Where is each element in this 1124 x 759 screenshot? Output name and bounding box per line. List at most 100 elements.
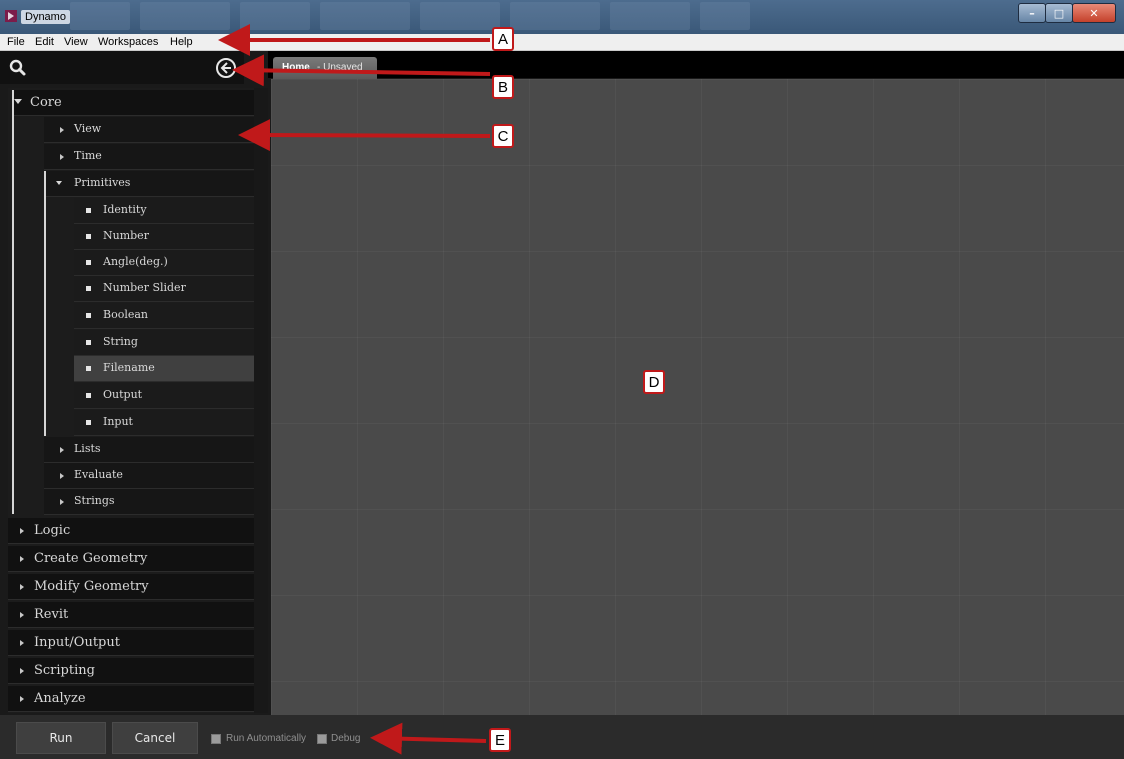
run-automatically-label: Run Automatically bbox=[226, 733, 307, 744]
library-node-output[interactable]: Output bbox=[74, 383, 254, 409]
search-input[interactable] bbox=[40, 56, 204, 80]
library-search-bar bbox=[0, 51, 244, 84]
cancel-button[interactable]: Cancel bbox=[112, 722, 198, 754]
minimize-icon[interactable]: – bbox=[1018, 3, 1046, 23]
category-label: Create Geometry bbox=[34, 551, 148, 566]
library-subcategory-evaluate[interactable]: Evaluate bbox=[44, 463, 254, 489]
node-bullet-icon bbox=[86, 208, 91, 213]
expanded-triangle-icon bbox=[14, 99, 22, 104]
library-node-number[interactable]: Number bbox=[74, 224, 254, 250]
category-label: Logic bbox=[34, 523, 71, 538]
library-category-analyze[interactable]: Analyze bbox=[8, 686, 254, 712]
node-bullet-icon bbox=[86, 260, 91, 265]
collapsed-triangle-icon bbox=[20, 556, 24, 562]
search-icon bbox=[9, 59, 26, 76]
debug-label: Debug bbox=[331, 733, 361, 744]
library-category-input-output[interactable]: Input/Output bbox=[8, 630, 254, 656]
node-bullet-icon bbox=[86, 234, 91, 239]
collapsed-triangle-icon bbox=[60, 154, 64, 160]
tab-home[interactable]: Home - Unsaved bbox=[273, 57, 377, 79]
node-bullet-icon bbox=[86, 313, 91, 318]
subcategory-label: Evaluate bbox=[74, 468, 123, 481]
library-category-logic[interactable]: Logic bbox=[8, 518, 254, 544]
dynamo-app-icon bbox=[5, 10, 17, 22]
window-title-bar: Dynamo – □ ✕ bbox=[0, 0, 1124, 34]
collapsed-triangle-icon bbox=[60, 499, 64, 505]
menu-file[interactable]: File bbox=[7, 36, 25, 48]
run-automatically-checkbox[interactable] bbox=[211, 734, 221, 744]
menu-edit[interactable]: Edit bbox=[35, 36, 54, 48]
category-label: Analyze bbox=[34, 691, 86, 706]
debug-checkbox[interactable] bbox=[317, 734, 327, 744]
node-label: Filename bbox=[103, 361, 155, 374]
callout-b: B bbox=[492, 75, 514, 99]
library-subcategory-primitives[interactable]: Primitives bbox=[44, 171, 254, 197]
node-label: Boolean bbox=[103, 308, 148, 321]
category-label: Input/Output bbox=[34, 635, 120, 650]
subcategory-label: View bbox=[74, 122, 102, 135]
collapsed-triangle-icon bbox=[20, 640, 24, 646]
node-label: String bbox=[103, 335, 138, 348]
library-node-filename[interactable]: Filename bbox=[74, 356, 254, 382]
run-button[interactable]: Run bbox=[16, 722, 106, 754]
node-bullet-icon bbox=[86, 286, 91, 291]
callout-e: E bbox=[489, 728, 511, 752]
close-icon[interactable]: ✕ bbox=[1072, 3, 1116, 23]
library-node-boolean[interactable]: Boolean bbox=[74, 303, 254, 329]
callout-c: C bbox=[492, 124, 514, 148]
subcategory-label: Strings bbox=[74, 494, 115, 507]
subcategory-label: Time bbox=[74, 149, 102, 162]
collapsed-triangle-icon bbox=[20, 668, 24, 674]
node-label: Angle(deg.) bbox=[103, 255, 168, 268]
library-node-number-slider[interactable]: Number Slider bbox=[74, 276, 254, 302]
node-bullet-icon bbox=[86, 393, 91, 398]
library-category-modify-geometry[interactable]: Modify Geometry bbox=[8, 574, 254, 600]
library-subcategory-lists[interactable]: Lists bbox=[44, 437, 254, 463]
library-node-identity[interactable]: Identity bbox=[74, 198, 254, 224]
node-bullet-icon bbox=[86, 340, 91, 345]
node-label: Output bbox=[103, 388, 143, 401]
background-taskbar-ghost bbox=[70, 0, 750, 34]
menu-workspaces[interactable]: Workspaces bbox=[98, 36, 158, 48]
library-subcategory-view[interactable]: View bbox=[44, 117, 254, 143]
library-node-input[interactable]: Input bbox=[74, 410, 254, 436]
node-bullet-icon bbox=[86, 366, 91, 371]
library-node-angle[interactable]: Angle(deg.) bbox=[74, 250, 254, 276]
category-label: Scripting bbox=[34, 663, 95, 678]
menu-bar: File Edit View Workspaces Help bbox=[0, 34, 1124, 51]
node-label: Input bbox=[103, 415, 133, 428]
tab-status: - Unsaved bbox=[317, 62, 363, 73]
menu-view[interactable]: View bbox=[64, 36, 88, 48]
menu-help[interactable]: Help bbox=[170, 36, 193, 48]
library-category-core[interactable]: Core bbox=[12, 90, 254, 116]
back-arrow-icon[interactable] bbox=[215, 57, 237, 79]
workspace-canvas[interactable] bbox=[271, 79, 1124, 715]
window-controls: – □ ✕ bbox=[1018, 3, 1116, 23]
collapsed-triangle-icon bbox=[20, 612, 24, 618]
category-label: Modify Geometry bbox=[34, 579, 149, 594]
callout-d: D bbox=[643, 370, 665, 394]
category-label: Core bbox=[30, 95, 62, 110]
library-category-scripting[interactable]: Scripting bbox=[8, 658, 254, 684]
maximize-icon[interactable]: □ bbox=[1045, 3, 1073, 23]
collapsed-triangle-icon bbox=[20, 584, 24, 590]
library-category-create-geometry[interactable]: Create Geometry bbox=[8, 546, 254, 572]
add-tab-icon[interactable]: + bbox=[251, 56, 263, 72]
collapsed-triangle-icon bbox=[60, 127, 64, 133]
library-node-string[interactable]: String bbox=[74, 330, 254, 356]
collapsed-triangle-icon bbox=[60, 473, 64, 479]
expanded-triangle-icon bbox=[56, 181, 62, 185]
node-label: Identity bbox=[103, 203, 147, 216]
node-label: Number Slider bbox=[103, 281, 186, 294]
node-bullet-icon bbox=[86, 420, 91, 425]
library-scrollbar[interactable] bbox=[254, 88, 268, 713]
library-subcategory-strings[interactable]: Strings bbox=[44, 489, 254, 515]
node-label: Number bbox=[103, 229, 149, 242]
collapsed-triangle-icon bbox=[60, 447, 64, 453]
collapsed-triangle-icon bbox=[20, 528, 24, 534]
workspace-tab-bar bbox=[268, 51, 1124, 78]
library-subcategory-time[interactable]: Time bbox=[44, 144, 254, 170]
library-category-revit[interactable]: Revit bbox=[8, 602, 254, 628]
tab-name: Home bbox=[282, 62, 310, 73]
callout-a: A bbox=[492, 27, 514, 51]
